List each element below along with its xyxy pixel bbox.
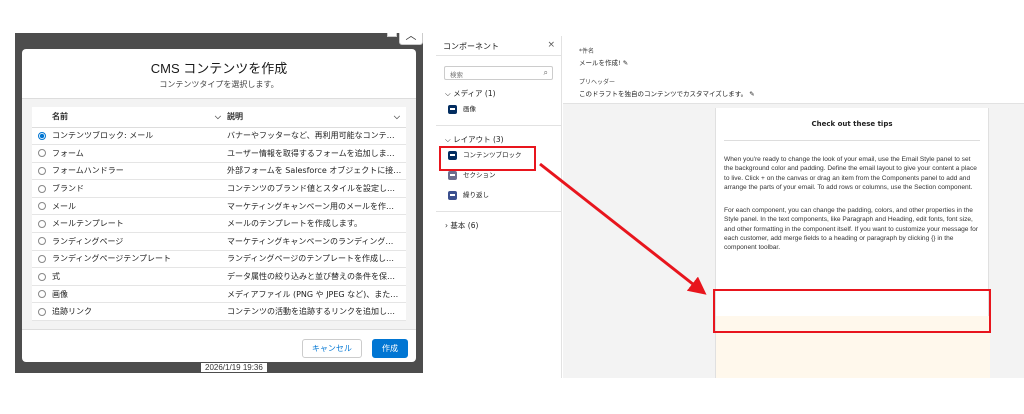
content-type-description: メールのテンプレートを作成します。	[227, 214, 406, 234]
component-image[interactable]: 画像	[436, 99, 561, 119]
highlight-box-content-block	[439, 146, 536, 171]
radio-button[interactable]	[38, 254, 46, 263]
content-type-name: フォーム	[52, 144, 227, 163]
content-type-description: 外部フォームを Salesforce オブジェクトに接…	[227, 162, 406, 181]
chevron-down-icon[interactable]: ⌵	[394, 112, 400, 122]
column-header-description[interactable]: 説明 ⌵	[227, 107, 406, 128]
components-panel: コンポーネント × 検索 ⌕ ⌵ メディア (1) 画像 ⌵ レイアウト (3)…	[436, 36, 562, 378]
radio-button[interactable]	[38, 219, 46, 228]
content-type-description: マーケティングキャンペーン用のメールを作…	[227, 197, 406, 216]
panel-title: コンポーネント	[443, 42, 499, 51]
subject-label: *件名	[579, 48, 595, 55]
content-type-name: ブランド	[52, 179, 227, 198]
create-cms-content-modal: CMS コンテンツを作成 コンテンツタイプを選択します。 名前 ⌵ 説明 ⌵ コ…	[22, 49, 416, 362]
chevron-right-icon: ›	[445, 221, 448, 230]
email-heading[interactable]: Check out these tips	[724, 120, 980, 141]
section-media-toggle[interactable]: ⌵ メディア (1)	[436, 80, 561, 99]
section-layout-toggle[interactable]: ⌵ レイアウト (3)	[436, 126, 561, 145]
content-type-name: フォームハンドラー	[52, 162, 227, 181]
modal-body: 名前 ⌵ 説明 ⌵ コンテンツブロック: メール バナーやフッターなど、再利用可能…	[22, 99, 416, 329]
radio-button[interactable]	[38, 237, 46, 246]
content-type-name: メールテンプレート	[52, 214, 227, 234]
email-paragraph[interactable]: When you're ready to change the look of …	[724, 155, 981, 192]
content-type-name: 追跡リンク	[52, 302, 227, 322]
subject-field[interactable]: メールを作成! ✎	[579, 57, 1024, 67]
content-type-description: コンテンツのブランド値とスタイルを設定し…	[227, 179, 406, 198]
component-search-input[interactable]: 検索 ⌕	[444, 66, 553, 80]
email-paragraph[interactable]: For each component, you can change the p…	[724, 206, 981, 252]
section-basic-toggle[interactable]: › 基本 (6)	[436, 212, 561, 231]
content-type-name: コンテンツブロック: メール	[52, 127, 227, 146]
preheader-field[interactable]: このドラフトを独自のコンテンツでカスタマイズします。 ✎	[579, 88, 1024, 98]
table-row[interactable]: メールテンプレート メールのテンプレートを作成します。	[32, 214, 406, 234]
cancel-button[interactable]: キャンセル	[301, 339, 362, 358]
radio-button[interactable]	[38, 290, 46, 299]
radio-button[interactable]	[38, 307, 46, 316]
background-timestamp: 2026/1/19 19:36	[201, 363, 267, 372]
content-type-name: メール	[52, 197, 227, 216]
content-type-description: メディアファイル (PNG や JPEG など)、また…	[227, 285, 406, 304]
table-row[interactable]: コンテンツブロック: メール バナーやフッターなど、再利用可能なコンテ…	[32, 127, 406, 146]
create-content-screenshot: ︿ CMS コンテンツを作成 コンテンツタイプを選択します。 名前 ⌵ 説明 ⌵…	[15, 33, 423, 373]
radio-button[interactable]	[38, 272, 46, 281]
content-type-description: コンテンツの活動を追跡するリンクを追加し…	[227, 302, 406, 322]
content-type-table: 名前 ⌵ 説明 ⌵ コンテンツブロック: メール バナーやフッターなど、再利用可能…	[32, 107, 406, 322]
email-properties: *件名 メールを作成! ✎ プリヘッダー このドラフトを独自のコンテンツでカスタ…	[563, 36, 1024, 104]
content-type-name: 画像	[52, 285, 227, 304]
pencil-icon[interactable]: ✎	[749, 90, 754, 98]
table-row[interactable]: 画像 メディアファイル (PNG や JPEG など)、また…	[32, 285, 406, 304]
radio-button[interactable]	[38, 184, 46, 193]
modal-header: CMS コンテンツを作成 コンテンツタイプを選択します。	[22, 49, 416, 99]
search-icon: ⌕	[543, 68, 548, 77]
preheader-label: プリヘッダー	[579, 79, 616, 86]
radio-button[interactable]	[38, 131, 46, 140]
background-window-control	[387, 33, 397, 37]
content-type-name: ランディングページ	[52, 232, 227, 251]
table-row[interactable]: 式データ属性の絞り込みと並び替えの条件を保…	[32, 267, 406, 286]
repeat-icon	[448, 190, 457, 200]
table-row[interactable]: ブランド コンテンツのブランド値とスタイルを設定し…	[32, 179, 406, 198]
table-row[interactable]: ランディングページ マーケティングキャンペーンのランディング…	[32, 232, 406, 251]
content-type-description: ランディングページのテンプレートを作成し…	[227, 250, 406, 269]
highlight-box-drop-zone	[713, 289, 991, 333]
email-body-canvas[interactable]: Check out these tips When you're ready t…	[715, 108, 990, 378]
modal-subtitle: コンテンツタイプを選択します。	[159, 80, 279, 89]
table-row[interactable]: フォーム ユーザー情報を取得するフォームを追加しま…	[32, 144, 406, 163]
content-type-description: バナーやフッターなど、再利用可能なコンテ…	[227, 127, 406, 146]
chevron-down-icon: ⌵	[445, 135, 451, 144]
grid-icon	[448, 170, 457, 180]
table-row[interactable]: メール マーケティングキャンペーン用のメールを作…	[32, 197, 406, 216]
chevron-down-icon[interactable]: ⌵	[215, 112, 221, 122]
content-type-name: ランディングページテンプレート	[52, 250, 227, 269]
chevron-up-icon[interactable]: ︿	[399, 33, 423, 45]
chevron-down-icon: ⌵	[445, 89, 451, 98]
radio-button[interactable]	[38, 166, 46, 175]
modal-footer: キャンセル 作成	[22, 329, 416, 362]
content-type-description: ユーザー情報を取得するフォームを追加しま…	[227, 144, 406, 163]
component-repeat[interactable]: 繰り返し	[436, 185, 561, 205]
column-header-name[interactable]: 名前 ⌵	[52, 107, 227, 128]
image-icon	[448, 104, 457, 114]
create-button[interactable]: 作成	[372, 339, 408, 358]
content-type-description: データ属性の絞り込みと並び替えの条件を保…	[227, 267, 406, 286]
close-icon[interactable]: ×	[547, 40, 555, 50]
content-type-name: 式	[52, 267, 227, 286]
content-type-description: マーケティングキャンペーンのランディング…	[227, 232, 406, 251]
pencil-icon[interactable]: ✎	[623, 59, 628, 67]
table-row[interactable]: フォームハンドラー 外部フォームを Salesforce オブジェクトに接…	[32, 162, 406, 181]
radio-button[interactable]	[38, 202, 46, 211]
radio-button[interactable]	[38, 149, 46, 158]
modal-title: CMS コンテンツを作成	[150, 61, 288, 76]
table-row[interactable]: 追跡リンク コンテンツの活動を追跡するリンクを追加し…	[32, 302, 406, 322]
panel-header: コンポーネント ×	[436, 36, 561, 56]
table-row[interactable]: ランディングページテンプレート ランディングページのテンプレートを作成し…	[32, 250, 406, 269]
